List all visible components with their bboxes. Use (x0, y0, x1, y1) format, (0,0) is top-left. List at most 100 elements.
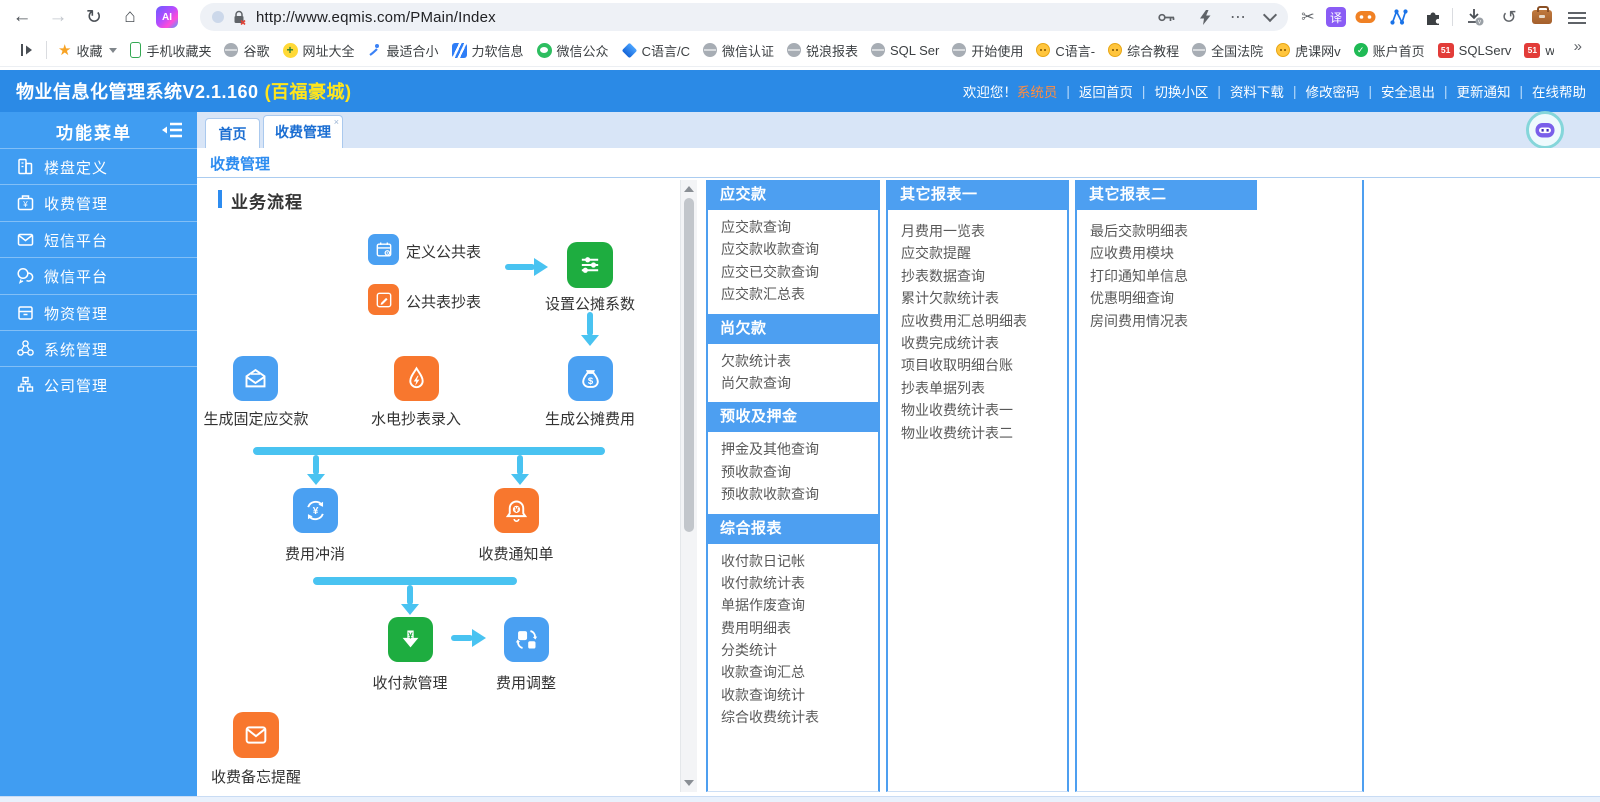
undo-icon[interactable]: ↺ (1496, 0, 1522, 34)
bookmark-item[interactable]: 51SQLServ (1438, 43, 1512, 58)
scroll-up-icon[interactable] (681, 182, 697, 196)
generate-shared-fee-icon[interactable]: $ (568, 356, 613, 401)
sidebar-item-materials[interactable]: 物资管理 (0, 294, 197, 330)
bookmark-item[interactable]: +网址大全 (283, 41, 355, 60)
header-link-switch-community[interactable]: 切换小区 (1154, 81, 1208, 101)
report-link[interactable]: 收款查询统计 (708, 684, 878, 706)
bookmark-item[interactable]: 锐浪报表 (787, 41, 858, 60)
report-link[interactable]: 抄表单据列表 (888, 377, 1067, 399)
report-link[interactable]: 单据作废查询 (708, 594, 878, 616)
report-link[interactable]: 应交款收款查询 (708, 238, 878, 260)
header-link-downloads[interactable]: 资料下载 (1230, 81, 1284, 101)
set-share-ratio-icon[interactable] (567, 242, 613, 288)
report-link[interactable]: 尚欠款查询 (708, 372, 878, 394)
fee-adjust-icon[interactable] (504, 617, 549, 662)
tab-close-icon[interactable]: × (334, 117, 339, 127)
report-link[interactable]: 分类统计 (708, 639, 878, 661)
header-link-home[interactable]: 返回首页 (1079, 81, 1133, 101)
report-link[interactable]: 押金及其他查询 (708, 438, 878, 460)
report-link[interactable]: 收付款日记帐 (708, 550, 878, 572)
site-info-icon[interactable] (212, 11, 224, 23)
collapse-chevron-icon[interactable] (1258, 3, 1282, 31)
report-link[interactable]: 抄表数据查询 (888, 265, 1067, 287)
report-link[interactable]: 费用明细表 (708, 617, 878, 639)
payment-management-icon[interactable]: ¥ (388, 617, 433, 662)
bookmark-item[interactable]: SQL Ser (871, 43, 939, 58)
bookmark-item[interactable]: ✓账户首页 (1354, 41, 1425, 60)
lightning-icon[interactable] (1193, 3, 1217, 31)
graph-network-icon[interactable] (1386, 0, 1412, 34)
report-link[interactable]: 收费完成统计表 (888, 332, 1067, 354)
report-link[interactable]: 物业收费统计表二 (888, 422, 1067, 444)
tab-fee-management[interactable]: 收费管理× (263, 115, 343, 148)
menu-hamburger-icon[interactable] (1568, 12, 1586, 14)
define-public-meter-icon[interactable] (368, 234, 399, 265)
report-link[interactable]: 房间费用情况表 (1077, 310, 1362, 332)
forward-icon[interactable]: → (44, 0, 72, 34)
ai-assistant-icon[interactable]: AI (156, 6, 178, 28)
password-key-icon[interactable] (1155, 3, 1179, 31)
report-link[interactable]: 预收款收款查询 (708, 483, 878, 505)
bookmark-item[interactable]: 力软信息 (452, 41, 524, 60)
menu-fold-icon[interactable] (161, 120, 183, 140)
sidebar-toggle-icon[interactable] (18, 41, 36, 59)
sidebar-item-wechat-platform[interactable]: 微信平台 (0, 257, 197, 293)
sidebar-item-fee-management[interactable]: ¥ 收费管理 (0, 184, 197, 220)
address-bar[interactable]: http://www.eqmis.com/PMain/Index ⋯ (200, 3, 1288, 31)
report-link[interactable]: 收付款统计表 (708, 572, 878, 594)
header-link-change-password[interactable]: 修改密码 (1305, 81, 1359, 101)
sidebar-item-system[interactable]: 系统管理 (0, 330, 197, 366)
report-link[interactable]: 打印通知单信息 (1077, 265, 1362, 287)
report-link[interactable]: 预收款查询 (708, 461, 878, 483)
sidebar-item-sms-platform[interactable]: 短信平台 (0, 221, 197, 257)
report-link[interactable]: 应收费用汇总明细表 (888, 310, 1067, 332)
refresh-icon[interactable]: ↻ (80, 0, 108, 34)
scissors-icon[interactable]: ✂ (1295, 0, 1321, 34)
report-link[interactable]: 月费用一览表 (888, 220, 1067, 242)
url-text[interactable]: http://www.eqmis.com/PMain/Index (256, 9, 496, 26)
sidebar-item-company[interactable]: 公司管理 (0, 366, 197, 402)
bookmark-item[interactable]: 虎课网v (1276, 41, 1341, 60)
bookmark-item[interactable]: 微信公众 (537, 41, 609, 60)
bookmark-item[interactable]: 谷歌 (224, 41, 269, 60)
header-link-logout[interactable]: 安全退出 (1381, 81, 1435, 101)
fee-offset-icon[interactable]: ¥ (293, 488, 338, 533)
fee-memo-reminder-icon[interactable] (233, 712, 279, 758)
ai-helper-button[interactable] (1526, 111, 1564, 149)
current-user-link[interactable]: 系统员 (1017, 81, 1058, 101)
tab-home[interactable]: 首页 (205, 118, 260, 148)
report-link[interactable]: 项目收取明细台账 (888, 354, 1067, 376)
bookmark-item[interactable]: 综合教程 (1108, 41, 1179, 60)
public-meter-reading-icon[interactable] (368, 284, 399, 315)
report-link[interactable]: 应交款汇总表 (708, 283, 878, 305)
generate-fixed-dues-icon[interactable] (233, 356, 278, 401)
report-link[interactable]: 物业收费统计表一 (888, 399, 1067, 421)
sidebar-item-building-define[interactable]: 楼盘定义 (0, 148, 197, 184)
bookmark-item[interactable]: C语言/C (622, 41, 690, 60)
report-link[interactable]: 收款查询汇总 (708, 661, 878, 683)
report-link[interactable]: 应收费用模块 (1077, 242, 1362, 264)
scrollbar-thumb[interactable] (684, 198, 694, 532)
more-actions-icon[interactable]: ⋯ (1226, 3, 1250, 31)
report-link[interactable]: 应交已交款查询 (708, 261, 878, 283)
header-link-update-notice[interactable]: 更新通知 (1456, 81, 1510, 101)
bookmark-item[interactable]: ★收藏 (58, 41, 117, 60)
bookmark-item[interactable]: 开始使用 (952, 41, 1023, 60)
report-link[interactable]: 累计欠款统计表 (888, 287, 1067, 309)
utility-meter-entry-icon[interactable] (394, 356, 439, 401)
toolbox-icon[interactable] (1532, 10, 1552, 24)
translate-icon[interactable]: 译 (1326, 7, 1346, 27)
report-link[interactable]: 应交款查询 (708, 216, 878, 238)
fee-notice-icon[interactable]: ¥ (494, 488, 539, 533)
report-link[interactable]: 最后交款明细表 (1077, 220, 1362, 242)
bookmark-item[interactable]: 手机收藏夹 (130, 41, 211, 60)
bookmark-item[interactable]: 微信认证 (703, 41, 774, 60)
report-link[interactable]: 优惠明细查询 (1077, 287, 1362, 309)
bookmark-item[interactable]: 最适合小 (368, 41, 439, 60)
report-link[interactable]: 应交款提醒 (888, 242, 1067, 264)
back-icon[interactable]: ← (8, 0, 36, 34)
bookmark-item[interactable]: 51wx5d3b (1524, 43, 1554, 58)
scroll-down-icon[interactable] (681, 776, 697, 790)
home-icon[interactable]: ⌂ (116, 0, 144, 34)
flow-scrollbar[interactable] (680, 180, 697, 792)
